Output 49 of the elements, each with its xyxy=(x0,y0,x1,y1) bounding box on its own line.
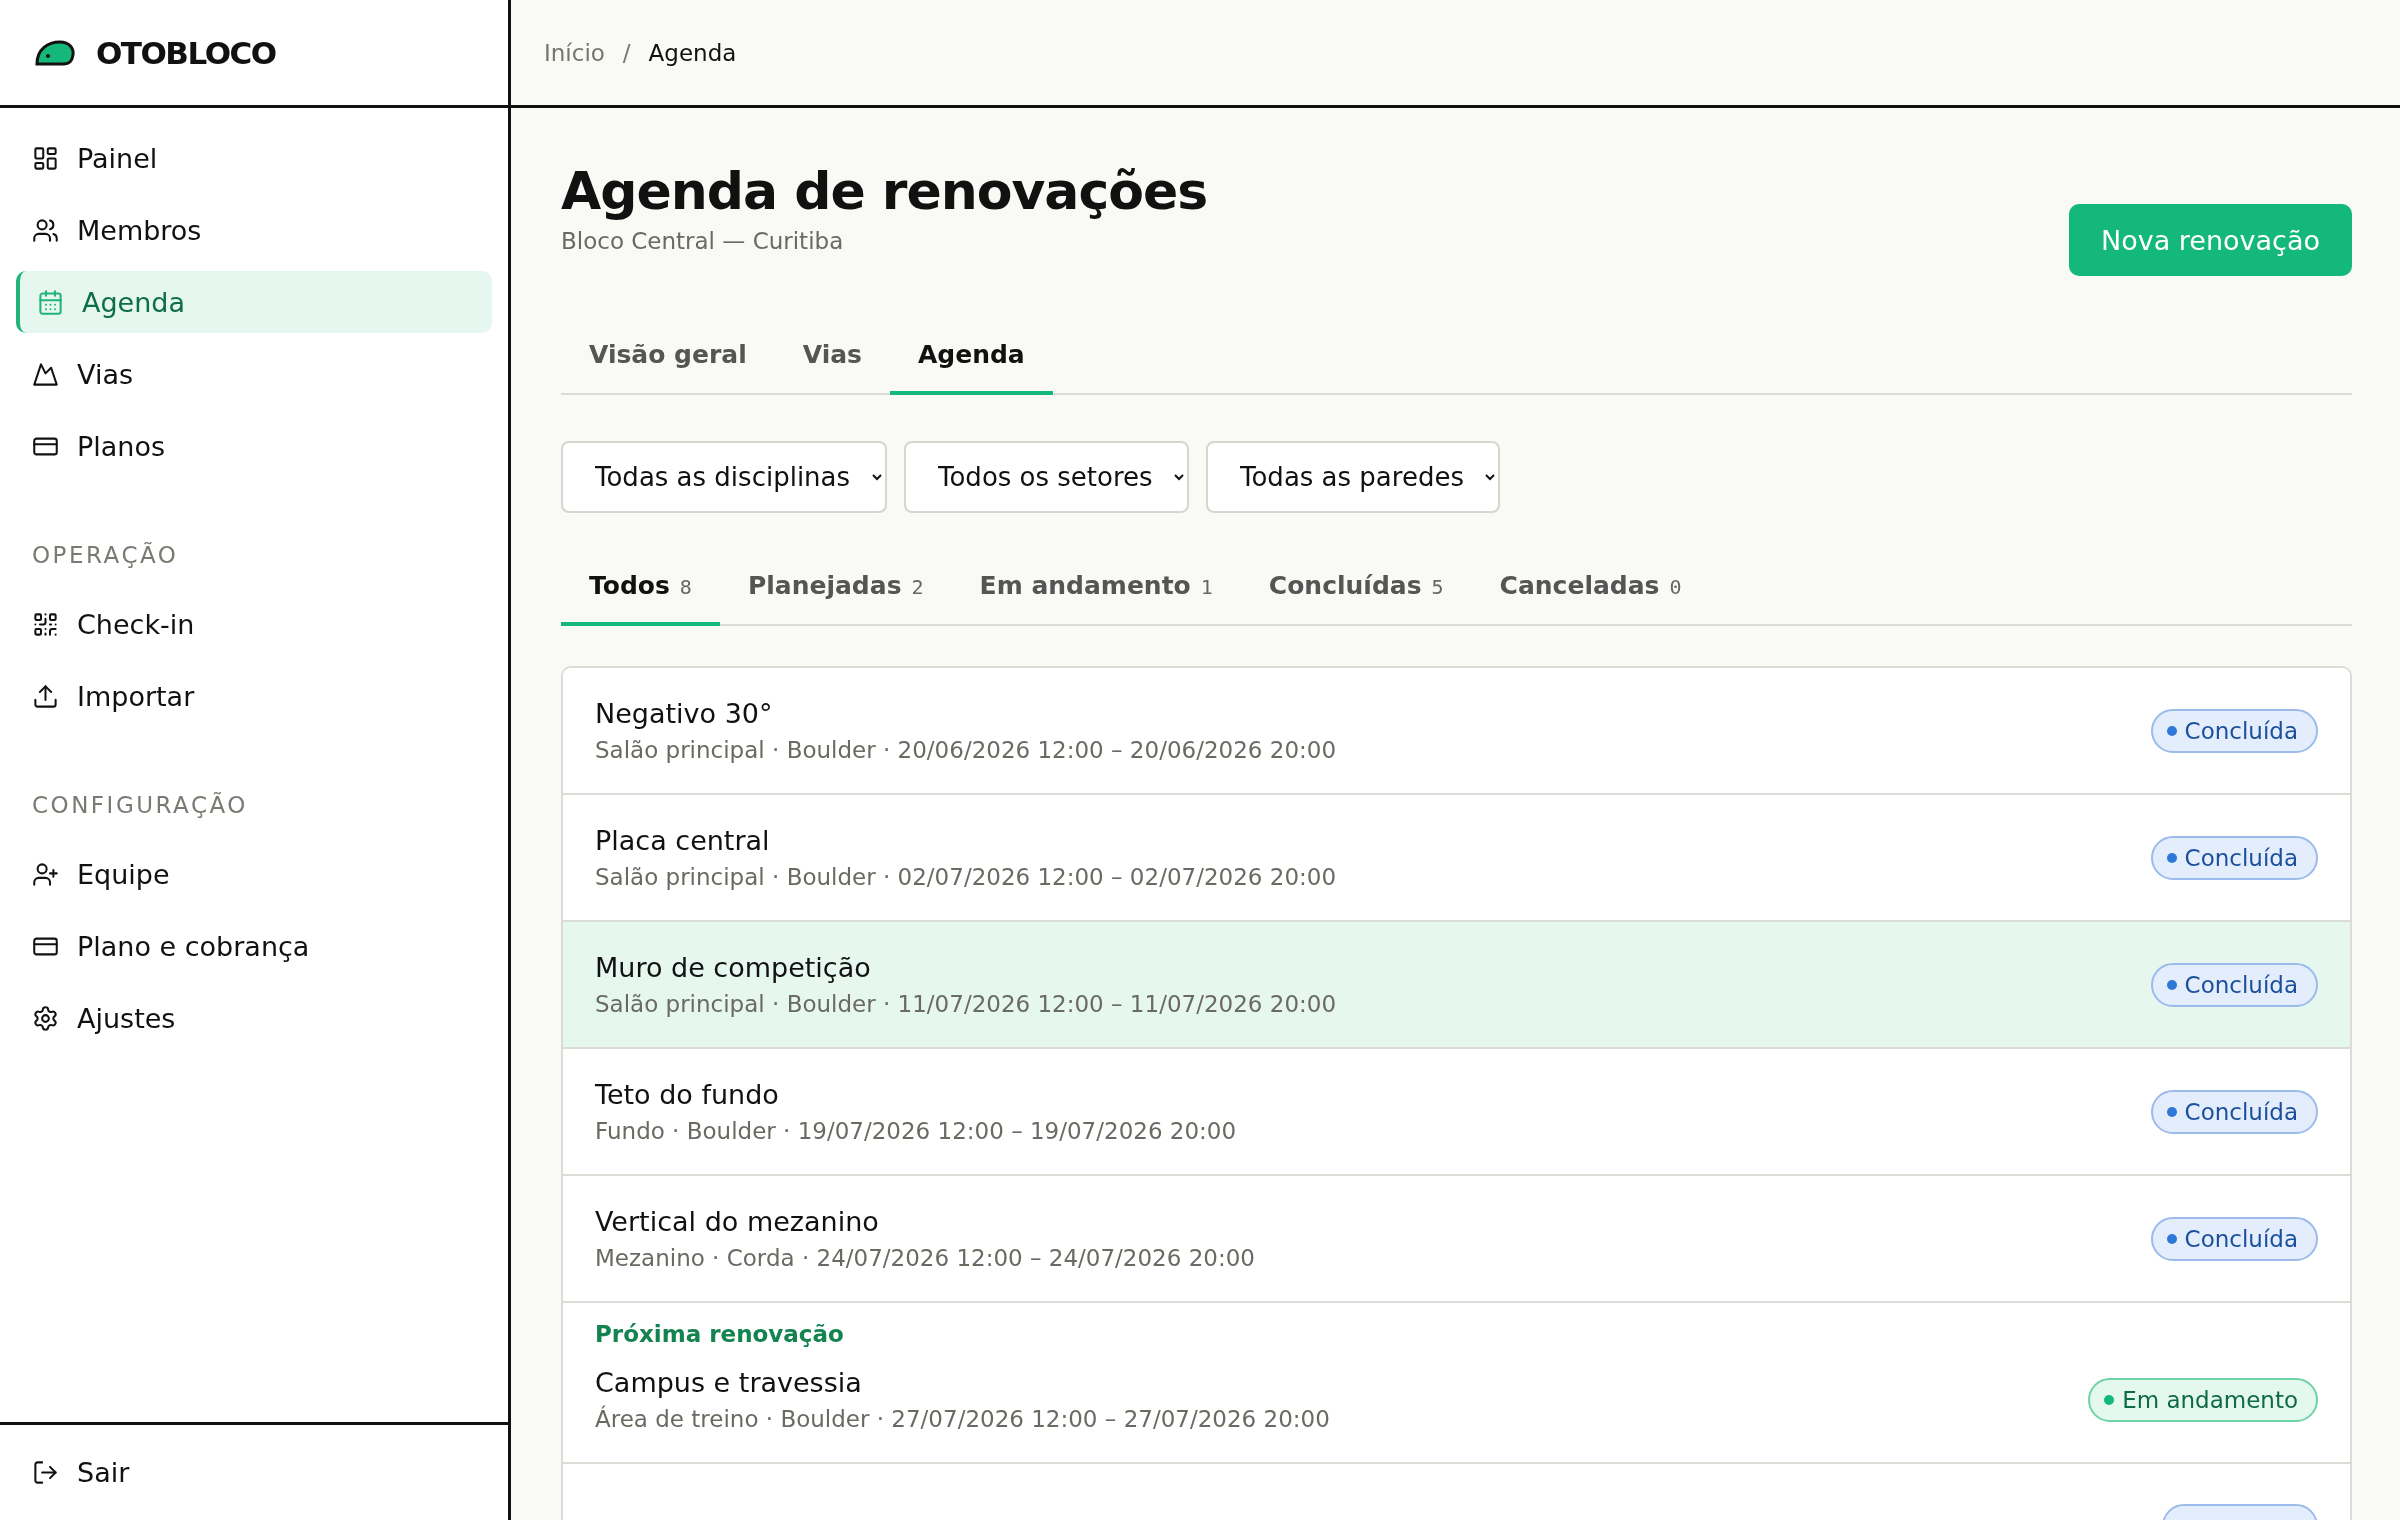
tab[interactable]: Vias xyxy=(774,320,890,395)
status-badge: Concluída xyxy=(2150,835,2318,880)
status-tab[interactable]: Todos 8 xyxy=(561,551,720,626)
nav-item[interactable]: Importar xyxy=(16,665,492,727)
renewal-title: Placa central xyxy=(595,825,771,856)
renewal-row[interactable]: Muro de competição Salão principal · Boulder · 11/07/2026 12:00 – 11/07/2026 20:00 Concluída xyxy=(563,920,2350,1047)
nav-item[interactable]: Agenda xyxy=(16,271,492,333)
breadcrumb-item: Agenda xyxy=(648,39,737,66)
logout-item[interactable]: Sair xyxy=(16,1441,130,1504)
renewal-details: Salão principal · Boulder · 02/07/2026 12:00 – 02/07/2026 20:00 xyxy=(595,864,1337,890)
status-tab[interactable]: Canceladas 0 xyxy=(1471,551,1710,626)
renewal-details: Mezanino · Corda · 24/07/2026 12:00 – 24/07/2026 20:00 xyxy=(595,1245,1255,1271)
brand-name: OTOBLOCO xyxy=(96,34,276,71)
status-tab[interactable]: Concluídas 5 xyxy=(1240,551,1472,626)
renewal-title: Negativo 30° xyxy=(595,698,774,729)
nav-item[interactable]: Painel xyxy=(16,127,492,189)
page-subtitle: Bloco Central — Curitiba xyxy=(561,228,845,255)
status-tab[interactable]: Em andamento 1 xyxy=(951,551,1241,626)
status-badge: Em andamento xyxy=(2088,1377,2318,1422)
breadcrumb-separator: / xyxy=(622,39,631,66)
renewal-title: Teto do fundo xyxy=(595,1079,780,1110)
renewal-title: Muro de competição xyxy=(595,952,872,983)
renewal-title: Vertical do mezanino xyxy=(595,1206,880,1237)
page-title: Agenda de renovações xyxy=(561,160,1208,223)
nav-item[interactable]: Plano e cobrança xyxy=(16,915,492,977)
filter-select[interactable]: Todos os setores xyxy=(904,441,1189,513)
tab[interactable]: Agenda xyxy=(889,320,1053,395)
nav-item[interactable]: Membros xyxy=(16,199,492,261)
tab[interactable]: Visão geral xyxy=(561,320,775,395)
filter-select[interactable]: Todas as disciplinas xyxy=(561,441,887,513)
status-badge: Concluída xyxy=(2150,1089,2318,1134)
nav-item[interactable]: Ajustes xyxy=(16,987,492,1049)
status-badge: Concluída xyxy=(2150,708,2318,753)
status-badge: Concluída xyxy=(2150,1216,2318,1261)
renewal-title: Campus e travessia xyxy=(595,1367,863,1398)
renewal-details: Salão principal · Boulder · 20/06/2026 12:00 – 20/06/2026 20:00 xyxy=(595,737,1337,763)
nav-item[interactable]: Vias xyxy=(16,343,492,405)
renewal-details: Salão principal · Boulder · 11/07/2026 12:00 – 11/07/2026 20:00 xyxy=(595,991,1337,1017)
breadcrumb-item[interactable]: Início xyxy=(544,39,605,66)
status-badge: Concluída xyxy=(2150,962,2318,1007)
section-heading: CONFIGURAÇÃO xyxy=(31,791,249,820)
section-heading: OPERAÇÃO xyxy=(31,541,180,570)
renewal-details: Fundo · Boulder · 19/07/2026 12:00 – 19/07/2026 20:00 xyxy=(595,1118,1237,1144)
filter-select[interactable]: Todas as paredes xyxy=(1206,441,1500,513)
nav-item[interactable]: Equipe xyxy=(16,843,492,905)
status-tab[interactable]: Planejadas 2 xyxy=(719,551,952,626)
nav-item[interactable]: Check-in xyxy=(16,593,492,655)
renewal-details: Área de treino · Boulder · 27/07/2026 12:00 – 27/07/2026 20:00 xyxy=(595,1406,1330,1432)
nav-item[interactable]: Planos xyxy=(16,415,492,477)
